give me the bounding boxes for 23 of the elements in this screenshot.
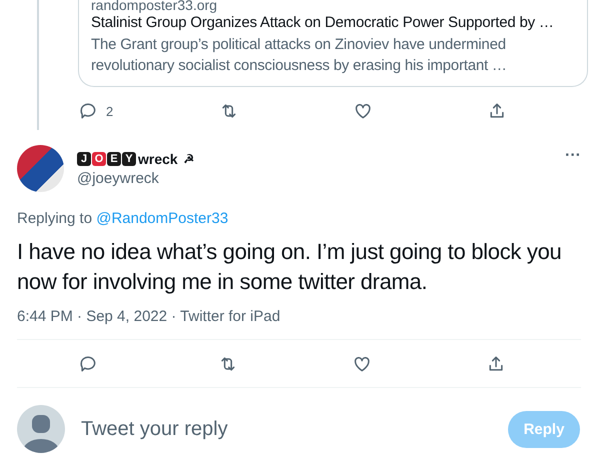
link-card[interactable] (78, 0, 588, 87)
name-symbol: ☭ (184, 152, 195, 166)
name-letter-tile: Y (122, 152, 136, 166)
display-name[interactable]: wreck (138, 150, 178, 166)
tweet-meta: 6:44 PM · Sep 4, 2022 · Twitter for iPad (17, 308, 581, 340)
more-button[interactable]: ··· (565, 147, 581, 165)
reply-icon (78, 101, 98, 121)
avatar-photo[interactable] (17, 145, 64, 192)
tweet-text: I have no idea what’s going on. I’m just going to block you now for involving me in some twitter drama. (17, 238, 562, 296)
heart-icon (353, 101, 373, 121)
link-description: The Grant group’s political attacks on Zinoviev have undermined revolutionary socialist consciousness by erasing his important … (91, 35, 508, 76)
user-handle[interactable]: @joeywreck (77, 170, 552, 186)
name-letter-tile: J (77, 152, 91, 166)
link-title: Stalinist Group Organizes Attack on Democratic Power Supported by … (91, 13, 555, 33)
default-avatar-icon (17, 405, 65, 453)
reply-icon (78, 354, 98, 374)
name-letter-tile: E (107, 152, 121, 166)
like-button[interactable] (353, 101, 373, 121)
comment-button[interactable] (78, 354, 98, 374)
name-letter-tile: O (92, 152, 106, 166)
replying-to-text: Replying to @RandomPoster33 (17, 210, 230, 227)
comment-button[interactable]: 2 (78, 101, 114, 121)
link-domain: randomposter33.org (91, 0, 218, 12)
